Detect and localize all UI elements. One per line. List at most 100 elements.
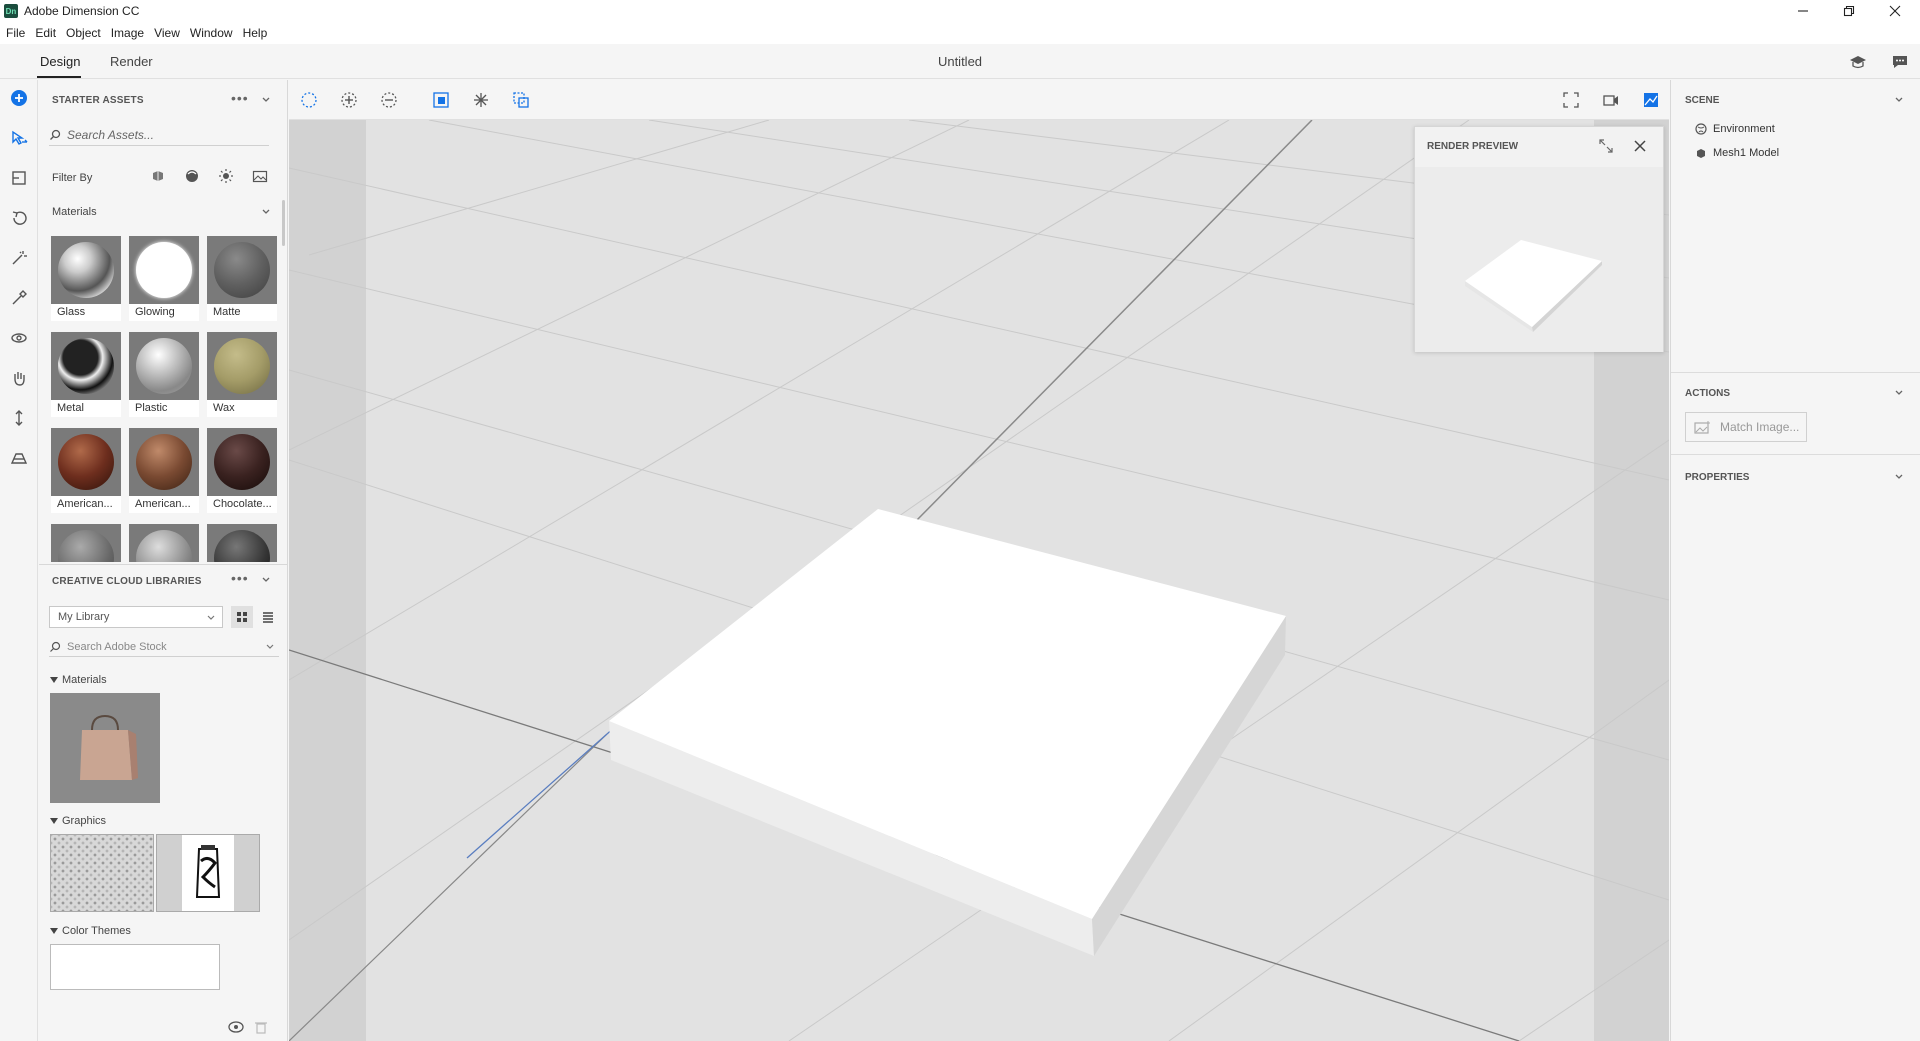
tab-render[interactable]: Render: [110, 54, 153, 69]
starter-assets-menu-icon[interactable]: •••: [231, 90, 249, 106]
camera-bookmark-icon[interactable]: [1601, 90, 1621, 110]
material-label: Chocolate...: [213, 498, 272, 510]
match-image-icon: [1694, 421, 1710, 434]
material-tile-metal[interactable]: Metal: [51, 332, 121, 417]
library-material-thumbnail[interactable]: [50, 693, 160, 803]
material-tile-partial[interactable]: [51, 524, 121, 562]
list-view-button[interactable]: [257, 606, 279, 628]
restore-button[interactable]: [1826, 0, 1872, 22]
cc-libraries-menu-icon[interactable]: •••: [231, 570, 249, 586]
lasso-select-icon[interactable]: [299, 90, 319, 110]
magic-wand-icon[interactable]: [9, 248, 29, 268]
library-graphic-thumbnail[interactable]: [156, 834, 260, 912]
filter-materials-icon[interactable]: [184, 168, 200, 184]
pan-hand-icon[interactable]: [9, 368, 29, 388]
trash-icon[interactable]: [254, 1020, 268, 1034]
select-region-icon[interactable]: [9, 168, 29, 188]
adobe-stock-search-placeholder: Search Adobe Stock: [67, 640, 167, 653]
material-sphere: [214, 530, 270, 562]
material-tile-plastic[interactable]: Plastic: [129, 332, 199, 417]
filter-lights-icon[interactable]: [218, 168, 234, 184]
render-preview-toggle-icon[interactable]: [1641, 90, 1661, 110]
chevron-down-icon[interactable]: [261, 95, 271, 105]
materials-section-label: Materials: [52, 206, 97, 218]
material-tile-glass[interactable]: Glass: [51, 236, 121, 321]
material-label: American...: [135, 498, 191, 510]
library-materials-section[interactable]: Materials: [50, 674, 107, 686]
material-tile-american-2[interactable]: American...: [129, 428, 199, 513]
invert-selection-icon[interactable]: [511, 90, 531, 110]
scene-item-mesh1-model[interactable]: Mesh1 Model: [1695, 147, 1779, 159]
menu-window[interactable]: Window: [190, 26, 233, 40]
library-graphics-section[interactable]: Graphics: [50, 815, 106, 827]
menu-object[interactable]: Object: [66, 26, 101, 40]
feedback-icon[interactable]: [1891, 53, 1909, 71]
graphic-can-image: [182, 835, 234, 911]
menu-image[interactable]: Image: [111, 26, 144, 40]
fullscreen-icon[interactable]: [1561, 90, 1581, 110]
chevron-down-icon[interactable]: [1894, 95, 1904, 105]
menu-file[interactable]: File: [6, 26, 25, 40]
dolly-icon[interactable]: [9, 408, 29, 428]
starter-assets-panel: STARTER ASSETS ••• Search Assets... Filt…: [39, 80, 288, 1041]
material-tile-glowing[interactable]: Glowing: [129, 236, 199, 321]
menu-edit[interactable]: Edit: [35, 26, 56, 40]
select-move-icon[interactable]: [9, 128, 29, 148]
material-tile-matte[interactable]: Matte: [207, 236, 277, 321]
add-content-icon[interactable]: [9, 88, 29, 108]
subtract-selection-icon[interactable]: [379, 90, 399, 110]
title-bar: Dn Adobe Dimension CC: [0, 0, 1920, 22]
library-graphic-thumbnail[interactable]: [50, 834, 154, 912]
menu-view[interactable]: View: [154, 26, 180, 40]
select-similar-icon[interactable]: [471, 90, 491, 110]
library-color-themes-section[interactable]: Color Themes: [50, 925, 131, 937]
library-materials-label: Materials: [62, 674, 107, 686]
material-sphere: [214, 242, 270, 298]
tab-design[interactable]: Design: [40, 54, 80, 69]
close-icon[interactable]: [1631, 137, 1649, 155]
material-tile-american-1[interactable]: American...: [51, 428, 121, 513]
learn-icon[interactable]: [1849, 53, 1867, 71]
menu-help[interactable]: Help: [243, 26, 268, 40]
search-assets-placeholder: Search Assets...: [67, 127, 154, 142]
select-all-icon[interactable]: [431, 90, 451, 110]
search-icon: [50, 129, 61, 140]
color-theme-swatch[interactable]: [50, 944, 220, 990]
eyedropper-icon[interactable]: [9, 288, 29, 308]
rotate-camera-icon[interactable]: [9, 328, 29, 348]
close-window-button[interactable]: [1872, 0, 1918, 22]
material-label: Glass: [57, 306, 86, 318]
chevron-down-icon[interactable]: [261, 575, 271, 585]
search-assets-input[interactable]: Search Assets...: [49, 124, 269, 146]
chevron-down-icon[interactable]: [1894, 388, 1904, 398]
material-tile-wax[interactable]: Wax: [207, 332, 277, 417]
document-title: Untitled: [937, 54, 983, 69]
material-sphere: [136, 338, 192, 394]
scene-item-label: Environment: [1713, 123, 1775, 135]
chevron-down-icon[interactable]: [261, 207, 271, 217]
library-select[interactable]: My Library: [49, 606, 223, 628]
grid-view-button[interactable]: [231, 606, 253, 628]
cc-sync-icon[interactable]: [227, 1020, 245, 1034]
chevron-down-icon[interactable]: [265, 642, 275, 652]
add-to-selection-icon[interactable]: [339, 90, 359, 110]
match-image-button[interactable]: Match Image...: [1685, 412, 1807, 442]
material-sphere: [136, 242, 192, 298]
material-tile-partial[interactable]: [207, 524, 277, 562]
minimize-button[interactable]: [1780, 0, 1826, 22]
mode-bar: Design Render Untitled: [0, 44, 1920, 79]
filter-images-icon[interactable]: [252, 168, 268, 184]
scene-item-environment[interactable]: Environment: [1695, 123, 1775, 135]
filter-models-icon[interactable]: [150, 168, 166, 184]
material-tile-chocolate[interactable]: Chocolate...: [207, 428, 277, 513]
chevron-down-icon[interactable]: [1894, 472, 1904, 482]
material-sphere: [136, 434, 192, 490]
library-footer: [227, 1020, 268, 1037]
adobe-stock-search-input[interactable]: Search Adobe Stock: [49, 637, 279, 657]
orbit-icon[interactable]: [9, 208, 29, 228]
horizon-icon[interactable]: [9, 448, 29, 468]
material-sphere: [58, 434, 114, 490]
material-tile-partial[interactable]: [129, 524, 199, 562]
search-icon: [50, 641, 61, 652]
expand-icon[interactable]: [1597, 137, 1615, 155]
